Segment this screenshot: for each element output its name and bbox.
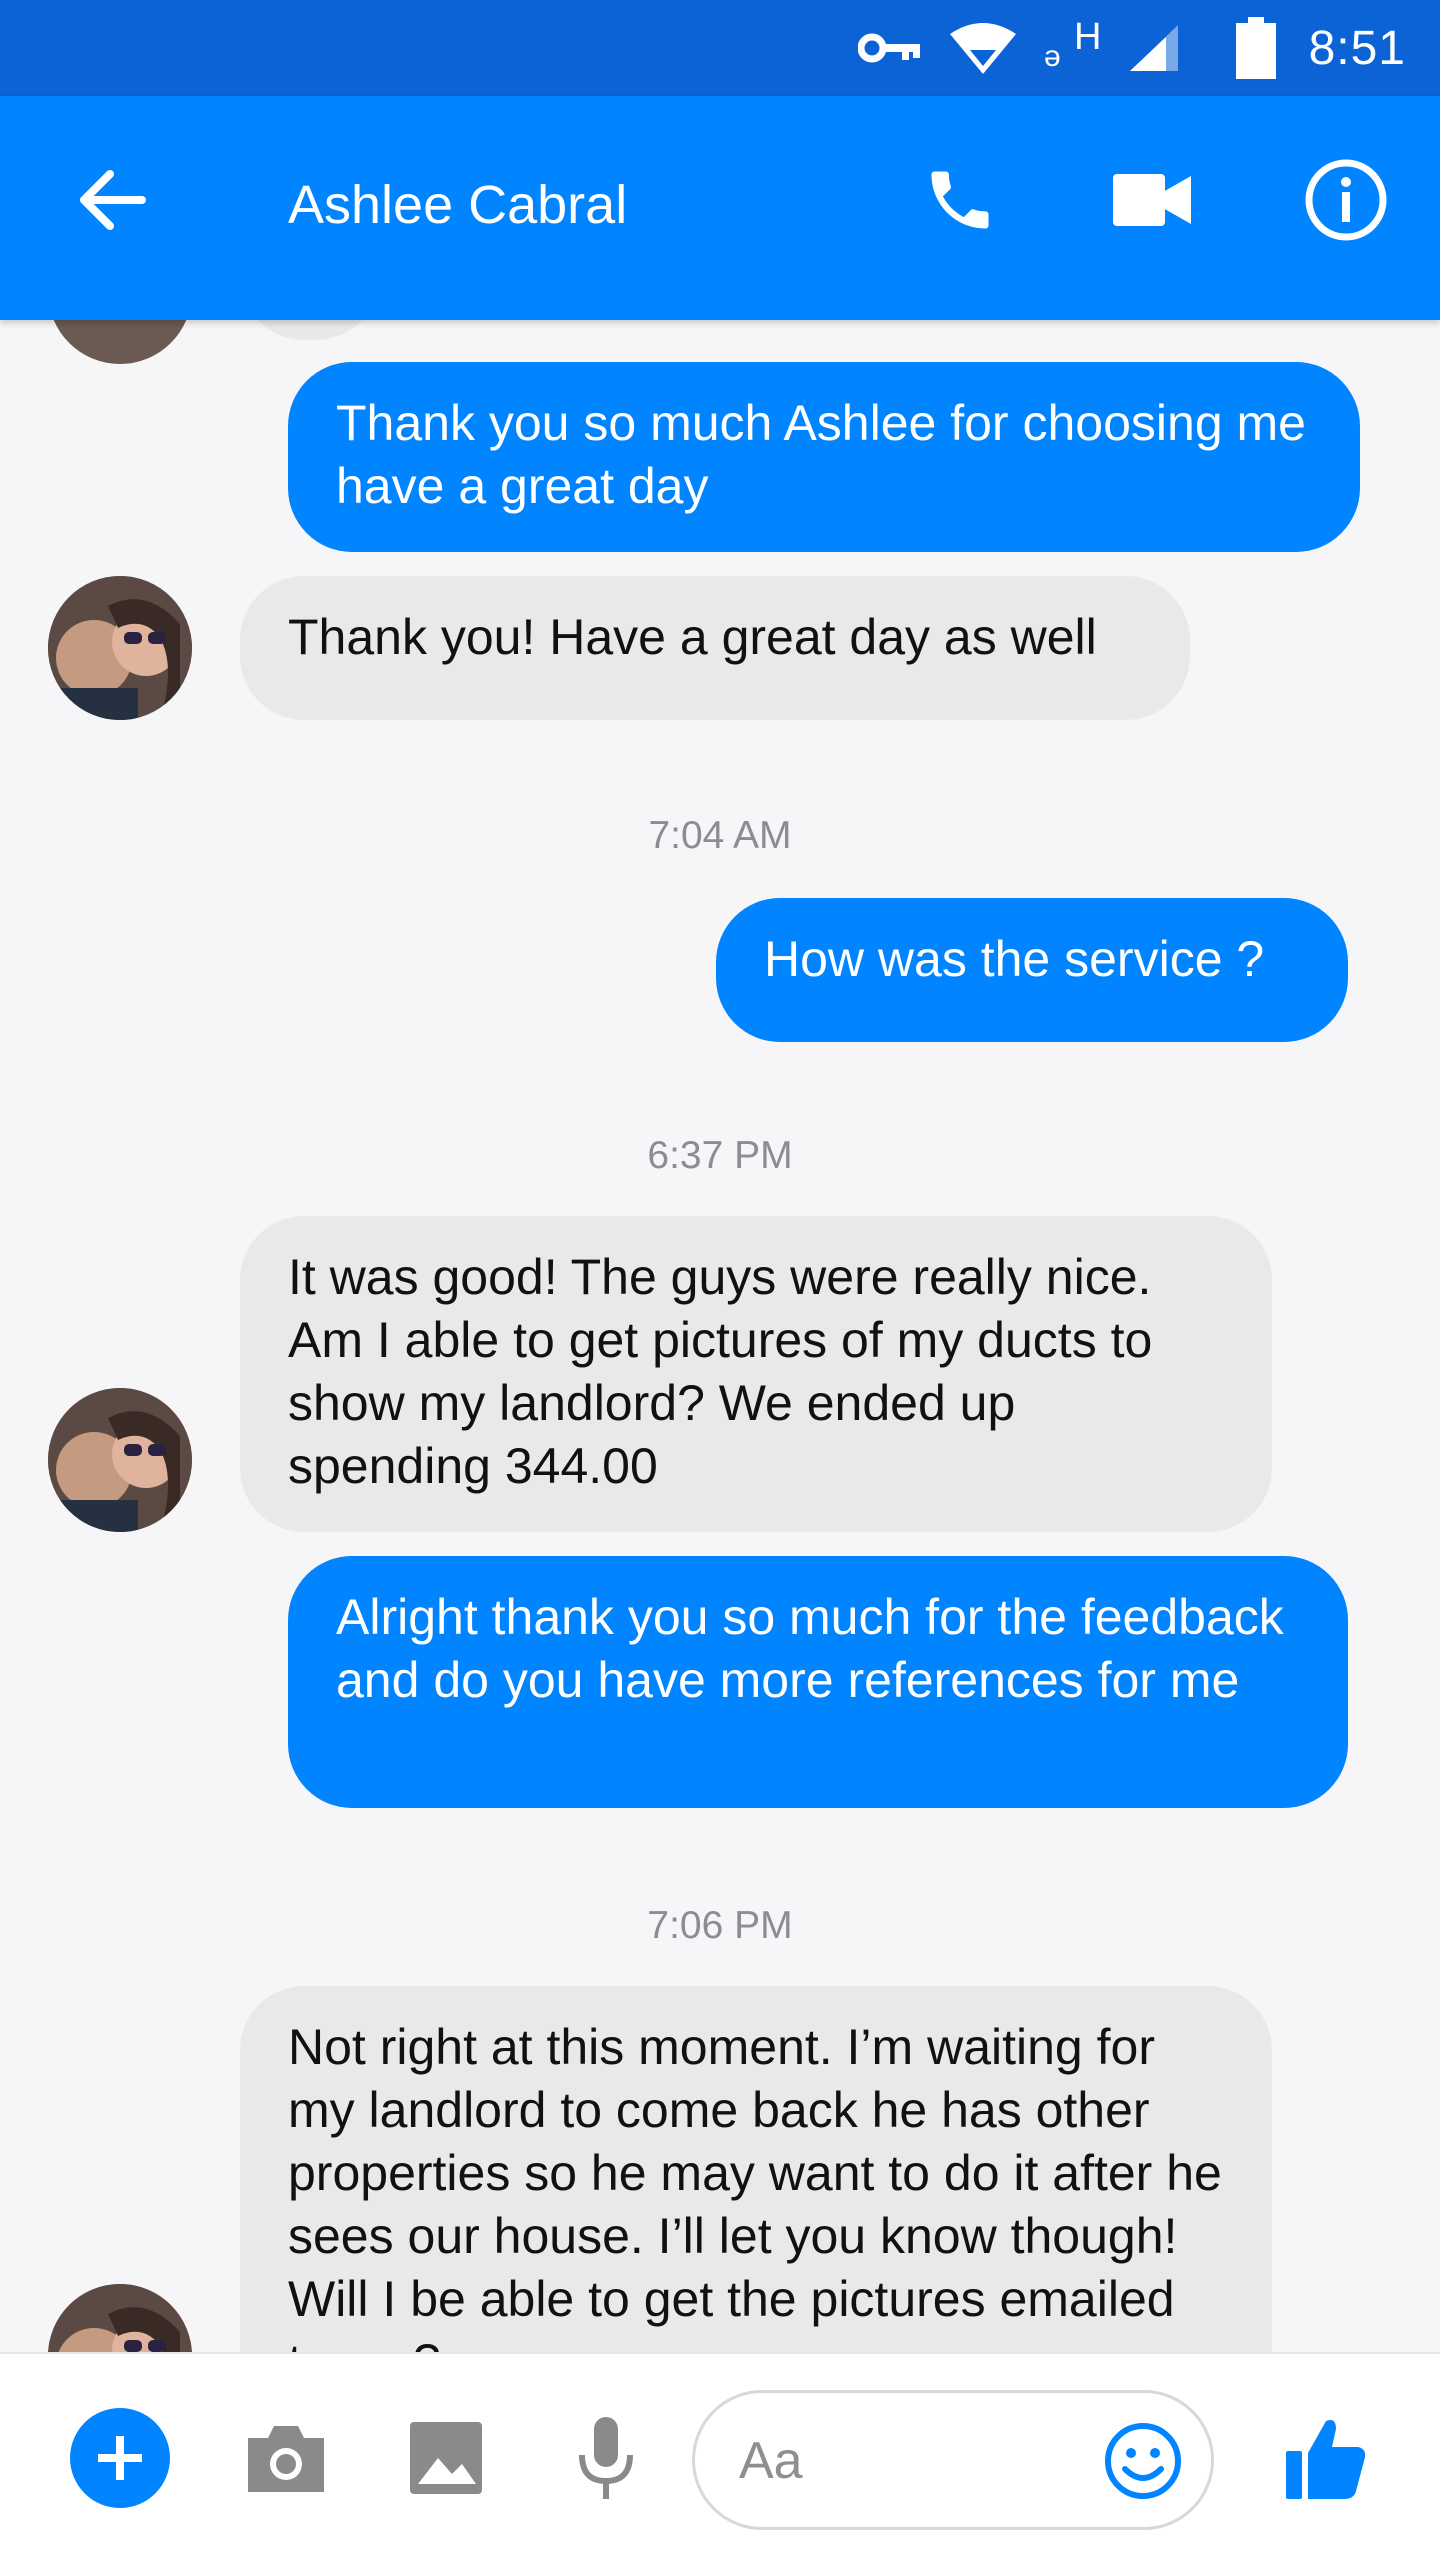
emoji-button[interactable] [1093, 2411, 1193, 2511]
vpn-key-icon [858, 0, 922, 96]
message-text: Alright thank you so much for the feedba… [336, 1589, 1284, 1708]
contact-avatar [48, 2284, 192, 2352]
contact-avatar [48, 576, 192, 720]
thumbs-up-icon [1286, 2420, 1366, 2499]
avatar-photo [48, 576, 192, 720]
signal-icon [1128, 0, 1182, 96]
back-button[interactable] [64, 152, 160, 248]
outgoing-message-bubble[interactable]: Thank you so much Ashlee for choosing me… [288, 362, 1360, 552]
message-text: Thank you so much Ashlee for choosing me… [336, 395, 1306, 514]
camera-icon [248, 2426, 324, 2492]
status-time: 8:51 [1308, 21, 1406, 75]
emoji-icon [1105, 2423, 1181, 2499]
camera-button[interactable] [236, 2408, 336, 2508]
message-text: Thank you! Have a great day as well [288, 609, 1097, 665]
contact-avatar [48, 320, 192, 364]
network-type-label: H [1074, 15, 1102, 58]
incoming-message-bubble[interactable]: Not right at this moment. I’m waiting fo… [240, 1986, 1272, 2352]
image-icon [410, 2422, 482, 2494]
conversation-info-button[interactable] [1298, 152, 1394, 248]
message-input[interactable] [737, 2423, 1041, 2499]
message-composer [0, 2352, 1440, 2560]
outgoing-message-bubble[interactable]: Alright thank you so much for the feedba… [288, 1556, 1348, 1808]
status-bar: ә H 8:51 [0, 0, 1440, 96]
plus-icon [98, 2436, 142, 2480]
wifi-icon [948, 0, 1018, 96]
contact-avatar [48, 1388, 192, 1532]
message-field [692, 2390, 1214, 2530]
call-button[interactable] [912, 152, 1008, 248]
video-camera-icon [1113, 174, 1191, 226]
like-button[interactable] [1276, 2408, 1376, 2508]
contact-name[interactable]: Ashlee Cabral [288, 174, 627, 236]
timestamp: 7:04 AM [648, 814, 792, 857]
incoming-message-bubble[interactable]: It was good! The guys were really nice. … [240, 1216, 1272, 1532]
svg-text:ә: ә [1044, 40, 1061, 70]
message-text: It was good! The guys were really nice. … [288, 1249, 1153, 1494]
phone-icon [931, 171, 989, 229]
arrow-left-icon [80, 170, 146, 230]
incoming-message-bubble[interactable] [240, 320, 380, 340]
incoming-message-bubble[interactable]: Thank you! Have a great day as well [240, 576, 1190, 720]
timestamp: 7:06 PM [647, 1904, 793, 1947]
h-plus-icon: ә H [1042, 0, 1101, 96]
message-text: Not right at this moment. I’m waiting fo… [288, 2019, 1222, 2352]
info-icon [1305, 159, 1387, 241]
gallery-button[interactable] [396, 2408, 496, 2508]
conversation-header: Ashlee Cabral [0, 96, 1440, 320]
timestamp: 6:37 PM [647, 1134, 793, 1177]
more-actions-button[interactable] [70, 2408, 170, 2508]
message-text: How was the service ? [764, 931, 1265, 987]
avatar-photo [48, 1388, 192, 1532]
video-call-button[interactable] [1104, 152, 1200, 248]
outgoing-message-bubble[interactable]: How was the service ? [716, 898, 1348, 1042]
microphone-icon [579, 2417, 633, 2499]
message-thread[interactable]: Thank you so much Ashlee for choosing me… [0, 320, 1440, 2352]
voice-message-button[interactable] [556, 2408, 656, 2508]
battery-icon [1236, 0, 1276, 96]
avatar-photo [48, 2284, 192, 2352]
